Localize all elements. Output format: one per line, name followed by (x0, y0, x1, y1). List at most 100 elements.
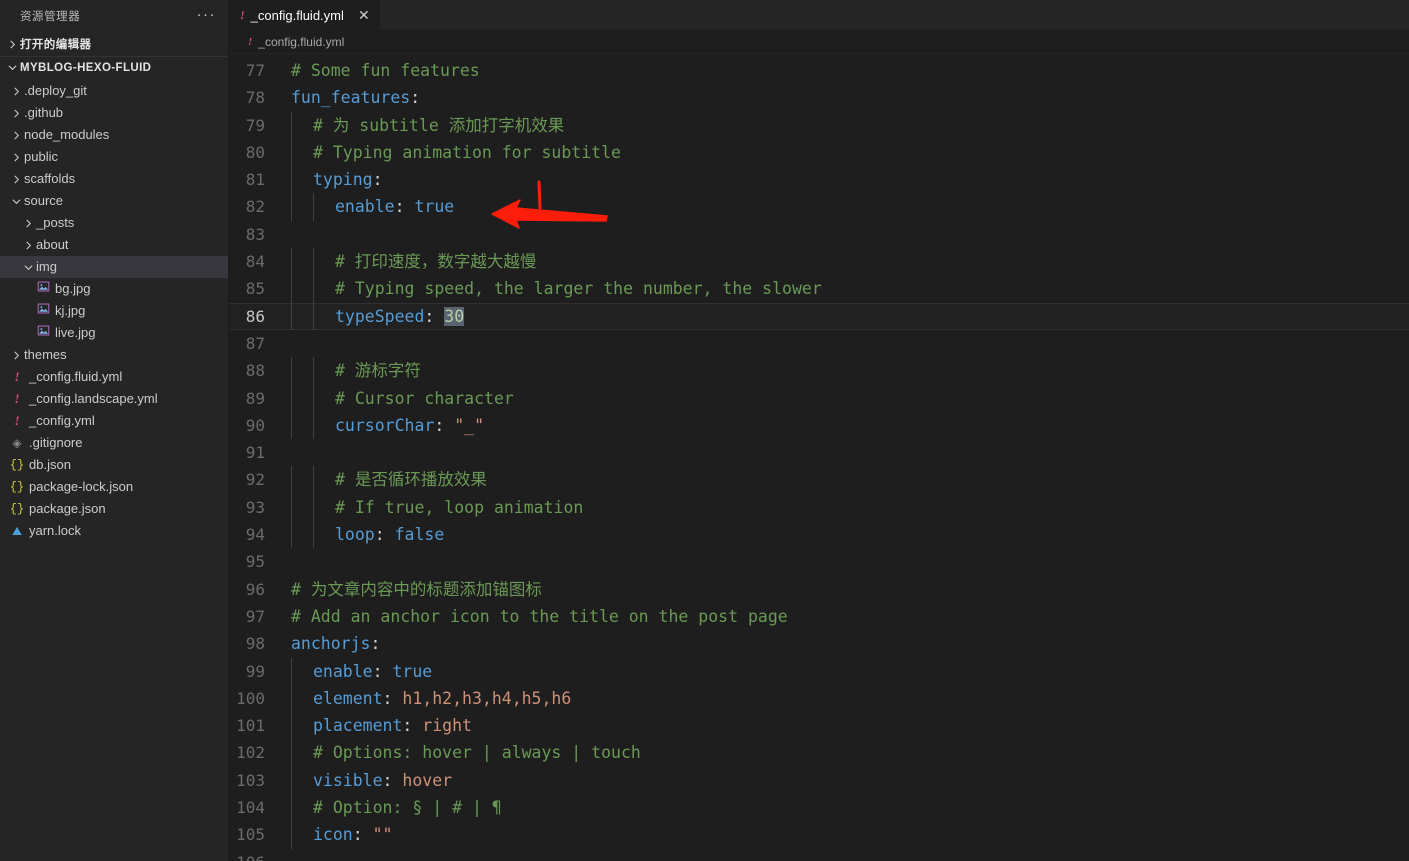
line-content: # Option: § | # | ¶ (291, 794, 1409, 822)
indent-guide (291, 794, 292, 822)
line-content: # Typing speed, the larger the number, t… (291, 275, 1409, 303)
token: 30 (444, 306, 465, 326)
code-line[interactable]: 103 visible: hover (229, 766, 1409, 795)
code-line[interactable]: 88 # 游标字符 (229, 357, 1409, 385)
line-number: 88 (245, 361, 265, 381)
line-tokens: # Add an anchor icon to the title on the… (291, 607, 788, 626)
code-lines: 77 # Some fun features 78 fun_features: 79 # … (229, 54, 1409, 861)
sidebar-item--gitignore[interactable]: ◈ .gitignore (0, 432, 228, 454)
line-number: 97 (245, 606, 265, 626)
image-icon (34, 322, 52, 344)
code-editor[interactable]: 77 # Some fun features 78 fun_features: 79 # … (229, 54, 1409, 861)
code-line[interactable]: 104 # Option: § | # | ¶ (229, 794, 1409, 822)
code-line[interactable]: 80 # Typing animation for subtitle (229, 138, 1409, 167)
code-line[interactable]: 97 # Add an anchor icon to the title on t… (229, 603, 1409, 630)
tab-config-fluid-yml[interactable]: ! _config.fluid.yml ✕ (229, 0, 381, 30)
sidebar-item-db-json[interactable]: {} db.json (0, 454, 228, 476)
line-content: # Add an anchor icon to the title on the… (291, 603, 1409, 630)
line-content: # Typing animation for subtitle (291, 138, 1409, 167)
indent-guide (313, 521, 314, 549)
json-icon: {} (9, 480, 25, 494)
code-line[interactable]: 105 icon: "" (229, 821, 1409, 849)
sidebar-item-source[interactable]: source (0, 190, 228, 212)
code-line[interactable]: 83 (229, 221, 1409, 248)
section-workspace-root[interactable]: MYBLOG-HEXO-FLUID (0, 57, 228, 80)
code-line[interactable]: 78 fun_features: (229, 84, 1409, 111)
breadcrumb[interactable]: ! _config.fluid.yml (229, 31, 1409, 54)
indent-guide (313, 493, 314, 522)
code-line[interactable]: 79 # 为 subtitle 添加打字机效果 (229, 111, 1409, 139)
sidebar-item--config-landscape-yml[interactable]: ! _config.landscape.yml (0, 388, 228, 410)
code-line[interactable]: 77 # Some fun features (229, 57, 1409, 84)
sidebar-item-node-modules[interactable]: node_modules (0, 124, 228, 146)
indent-guide (291, 302, 292, 330)
line-number: 80 (245, 142, 265, 162)
code-line[interactable]: 96 # 为文章内容中的标题添加锚图标 (229, 576, 1409, 603)
code-line[interactable]: 93 # If true, loop animation (229, 493, 1409, 522)
token: : (372, 170, 383, 190)
sidebar-item-bg-jpg[interactable]: bg.jpg (0, 278, 228, 300)
code-line[interactable]: 90 cursorChar: "_" (229, 411, 1409, 440)
token: # Typing animation for subtitle (313, 142, 621, 162)
sidebar-item-img[interactable]: img (0, 256, 228, 278)
sidebar-item--config-fluid-yml[interactable]: ! _config.fluid.yml (0, 366, 228, 388)
line-number: 89 (245, 388, 265, 408)
line-content: # Cursor character (291, 384, 1409, 412)
section-open-editors[interactable]: 打开的编辑器 (0, 35, 228, 57)
code-line[interactable]: 98 anchorjs: (229, 630, 1409, 657)
sidebar-item--config-yml[interactable]: ! _config.yml (0, 410, 228, 432)
code-line[interactable]: 89 # Cursor character (229, 384, 1409, 412)
tab-bar-empty-space (380, 0, 1409, 30)
code-line[interactable]: 100 element: h1,h2,h3,h4,h5,h6 (229, 684, 1409, 713)
code-line[interactable]: 85 # Typing speed, the larger the number,… (229, 275, 1409, 303)
token: # Option: § | # | ¶ (313, 798, 502, 818)
line-number: 93 (245, 497, 265, 517)
code-line[interactable]: 81 typing: (229, 166, 1409, 194)
open-editors-label: 打开的编辑器 (20, 39, 92, 51)
sidebar-item--deploy-git[interactable]: .deploy_git (0, 80, 228, 102)
line-number: 92 (245, 470, 265, 490)
image-icon (34, 278, 52, 300)
sidebar-item-themes[interactable]: themes (0, 344, 228, 366)
line-tokens: # 为 subtitle 添加打字机效果 (291, 116, 564, 135)
sidebar-item--github[interactable]: .github (0, 102, 228, 124)
sidebar-item--posts[interactable]: _posts (0, 212, 228, 234)
code-line[interactable]: 82 enable: true (229, 193, 1409, 221)
token: # Add an anchor icon to the title on the… (291, 606, 788, 626)
sidebar-item-package-lock-json[interactable]: {} package-lock.json (0, 476, 228, 498)
sidebar-item-label: db.json (29, 457, 71, 472)
sidebar-item-public[interactable]: public (0, 146, 228, 168)
tab-bar: ! _config.fluid.yml ✕ (229, 0, 1409, 31)
sidebar-item-kj-jpg[interactable]: kj.jpg (0, 300, 228, 322)
code-line[interactable]: 91 (229, 439, 1409, 466)
code-line[interactable]: 84 # 打印速度，数字越大越慢 (229, 248, 1409, 276)
token: fun_features (291, 88, 411, 108)
line-tokens: # Typing animation for subtitle (291, 143, 621, 162)
line-number: 86 (245, 306, 265, 326)
sidebar-item-live-jpg[interactable]: live.jpg (0, 322, 228, 344)
code-line[interactable]: 101 placement: right (229, 712, 1409, 740)
vscode-window: 资源管理器 ··· 打开的编辑器 MYBLOG-HEXO-FLUID .depl… (0, 0, 1409, 861)
line-number: 94 (245, 525, 265, 545)
sidebar-item-package-json[interactable]: {} package.json (0, 498, 228, 520)
code-line[interactable]: 106 (229, 849, 1409, 861)
more-actions-icon[interactable]: ··· (197, 7, 217, 25)
sidebar-item-about[interactable]: about (0, 234, 228, 256)
tab-label: _config.fluid.yml (250, 7, 344, 23)
token: : (394, 197, 415, 217)
sidebar-item-label: live.jpg (55, 325, 96, 340)
sidebar-item-yarn-lock[interactable]: ⛰ yarn.lock (0, 520, 228, 542)
line-content: # Some fun features (291, 57, 1409, 84)
code-line[interactable]: 99 enable: true (229, 657, 1409, 685)
code-line[interactable]: 92 # 是否循环播放效果 (229, 466, 1409, 494)
close-icon[interactable]: ✕ (356, 8, 372, 22)
token: : (382, 688, 403, 708)
line-number: 78 (245, 88, 265, 108)
code-line[interactable]: 87 (229, 330, 1409, 357)
code-line[interactable]: 102 # Options: hover | always | touch (229, 739, 1409, 767)
code-line[interactable]: 94 loop: false (229, 521, 1409, 549)
sidebar-item-scaffolds[interactable]: scaffolds (0, 168, 228, 190)
code-line[interactable]: 86 typeSpeed: 30 (229, 302, 1409, 330)
code-line[interactable]: 95 (229, 548, 1409, 575)
line-content: enable: true (291, 193, 1409, 221)
